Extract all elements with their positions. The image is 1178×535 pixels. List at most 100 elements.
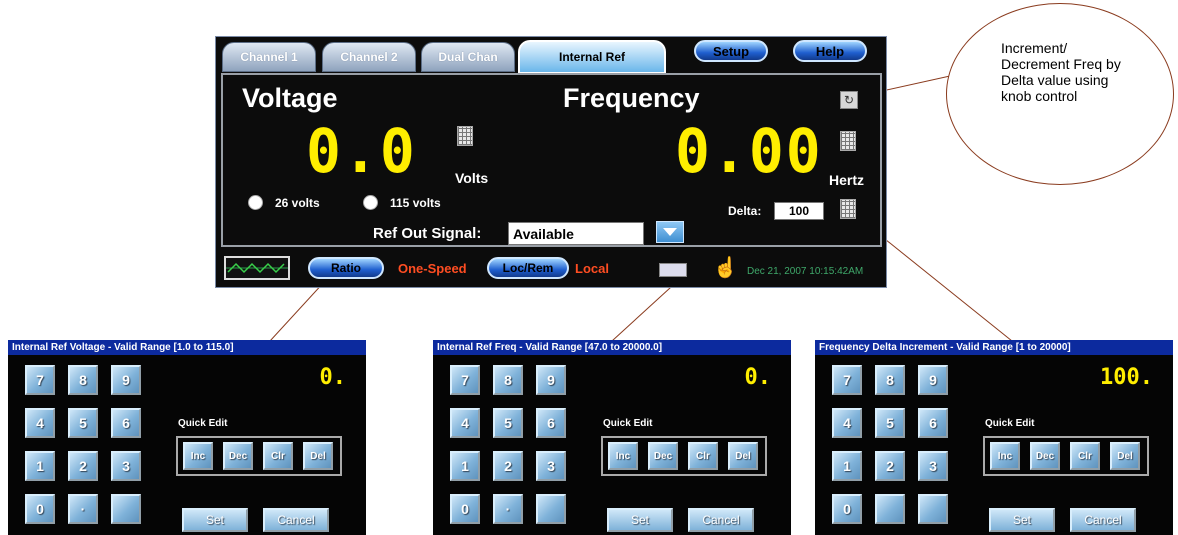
dialog-readout: 0. <box>744 365 772 390</box>
key-7[interactable]: 7 <box>832 365 862 395</box>
key-6[interactable]: 6 <box>536 408 566 438</box>
key-2[interactable]: 2 <box>68 451 98 481</box>
key-blank[interactable] <box>875 494 905 524</box>
chevron-down-icon <box>663 228 677 236</box>
quick-edit-label: Quick Edit <box>178 418 228 429</box>
dialog-title: Internal Ref Freq - Valid Range [47.0 to… <box>433 340 791 355</box>
mode-status: Local <box>575 261 609 276</box>
tab-channel-2[interactable]: Channel 2 <box>322 42 416 72</box>
key-0[interactable]: 0 <box>450 494 480 524</box>
key-1[interactable]: 1 <box>450 451 480 481</box>
key-2[interactable]: 2 <box>875 451 905 481</box>
quick-edit-label: Quick Edit <box>603 418 653 429</box>
key-4[interactable]: 4 <box>832 408 862 438</box>
ref-out-label: Ref Out Signal: <box>373 225 482 242</box>
quick-edit-label: Quick Edit <box>985 418 1035 429</box>
key-decimal[interactable]: · <box>493 494 523 524</box>
key-2[interactable]: 2 <box>493 451 523 481</box>
tab-dual-chan[interactable]: Dual Chan <box>421 42 515 72</box>
callout-text: Increment/ Decrement Freq by Delta value… <box>1001 40 1121 104</box>
key-4[interactable]: 4 <box>25 408 55 438</box>
key-5[interactable]: 5 <box>68 408 98 438</box>
ref-out-dropdown-button[interactable] <box>656 221 684 243</box>
clr-button[interactable]: Clr <box>1070 442 1100 470</box>
dec-button[interactable]: Dec <box>223 442 253 470</box>
set-button[interactable]: Set <box>607 508 673 532</box>
delta-keypad-icon[interactable] <box>840 199 856 219</box>
clr-button[interactable]: Clr <box>263 442 293 470</box>
dialog-readout: 0. <box>319 365 347 390</box>
del-button[interactable]: Del <box>303 442 333 470</box>
status-datetime: Dec 21, 2007 10:15:42AM <box>747 266 864 277</box>
cancel-button[interactable]: Cancel <box>688 508 754 532</box>
tab-channel-1[interactable]: Channel 1 <box>222 42 316 72</box>
dialog-readout: 100. <box>1100 365 1153 390</box>
key-3[interactable]: 3 <box>918 451 948 481</box>
key-7[interactable]: 7 <box>450 365 480 395</box>
instrument-panel: Channel 1 Channel 2 Dual Chan Internal R… <box>215 36 887 288</box>
clr-button[interactable]: Clr <box>688 442 718 470</box>
key-3[interactable]: 3 <box>111 451 141 481</box>
key-7[interactable]: 7 <box>25 365 55 395</box>
key-blank[interactable] <box>536 494 566 524</box>
key-0[interactable]: 0 <box>25 494 55 524</box>
hand-cursor-icon: ☝ <box>713 257 738 279</box>
key-1[interactable]: 1 <box>25 451 55 481</box>
cancel-button[interactable]: Cancel <box>263 508 329 532</box>
key-blank[interactable] <box>111 494 141 524</box>
key-8[interactable]: 8 <box>493 365 523 395</box>
del-button[interactable]: Del <box>1110 442 1140 470</box>
voltage-keypad-icon[interactable] <box>457 126 473 146</box>
radio-115-volts[interactable] <box>363 195 378 210</box>
dialog-title: Frequency Delta Increment - Valid Range … <box>815 340 1173 355</box>
key-5[interactable]: 5 <box>875 408 905 438</box>
inc-button[interactable]: Inc <box>608 442 638 470</box>
key-4[interactable]: 4 <box>450 408 480 438</box>
key-8[interactable]: 8 <box>875 365 905 395</box>
refresh-icon[interactable]: ↻ <box>840 91 858 109</box>
radio-26-volts-label: 26 volts <box>275 196 320 210</box>
internal-ref-content: Voltage Frequency ↻ 0.0 Volts 0.00 Hertz… <box>221 73 882 247</box>
delta-input[interactable]: 100 <box>774 202 824 220</box>
loc-rem-button[interactable]: Loc/Rem <box>487 257 569 279</box>
key-0[interactable]: 0 <box>832 494 862 524</box>
frequency-display: 0.00 <box>675 115 823 187</box>
voltage-unit: Volts <box>455 170 489 186</box>
key-blank[interactable] <box>918 494 948 524</box>
voltage-display: 0.0 <box>306 115 417 187</box>
tab-internal-ref[interactable]: Internal Ref <box>518 40 666 74</box>
speed-status: One-Speed <box>398 261 467 276</box>
inc-button[interactable]: Inc <box>990 442 1020 470</box>
delta-label: Delta: <box>728 204 762 218</box>
ratio-button[interactable]: Ratio <box>308 257 384 279</box>
key-6[interactable]: 6 <box>111 408 141 438</box>
scope-icon[interactable] <box>224 256 290 280</box>
key-9[interactable]: 9 <box>111 365 141 395</box>
key-9[interactable]: 9 <box>536 365 566 395</box>
key-9[interactable]: 9 <box>918 365 948 395</box>
radio-26-volts[interactable] <box>248 195 263 210</box>
waveform-icon <box>226 262 288 274</box>
frequency-keypad-dialog: Internal Ref Freq - Valid Range [47.0 to… <box>433 340 791 535</box>
setup-button[interactable]: Setup <box>694 40 768 62</box>
inc-button[interactable]: Inc <box>183 442 213 470</box>
dec-button[interactable]: Dec <box>1030 442 1060 470</box>
dialog-title: Internal Ref Voltage - Valid Range [1.0 … <box>8 340 366 355</box>
key-1[interactable]: 1 <box>832 451 862 481</box>
cancel-button[interactable]: Cancel <box>1070 508 1136 532</box>
help-button[interactable]: Help <box>793 40 867 62</box>
key-5[interactable]: 5 <box>493 408 523 438</box>
key-8[interactable]: 8 <box>68 365 98 395</box>
key-decimal[interactable]: · <box>68 494 98 524</box>
dec-button[interactable]: Dec <box>648 442 678 470</box>
del-button[interactable]: Del <box>728 442 758 470</box>
set-button[interactable]: Set <box>182 508 248 532</box>
set-button[interactable]: Set <box>989 508 1055 532</box>
frequency-keypad-icon[interactable] <box>840 131 856 151</box>
voltage-keypad-dialog: Internal Ref Voltage - Valid Range [1.0 … <box>8 340 366 535</box>
radio-115-volts-label: 115 volts <box>390 196 441 210</box>
ref-out-select[interactable]: Available <box>508 222 644 245</box>
key-6[interactable]: 6 <box>918 408 948 438</box>
key-3[interactable]: 3 <box>536 451 566 481</box>
frequency-unit: Hertz <box>829 172 865 188</box>
